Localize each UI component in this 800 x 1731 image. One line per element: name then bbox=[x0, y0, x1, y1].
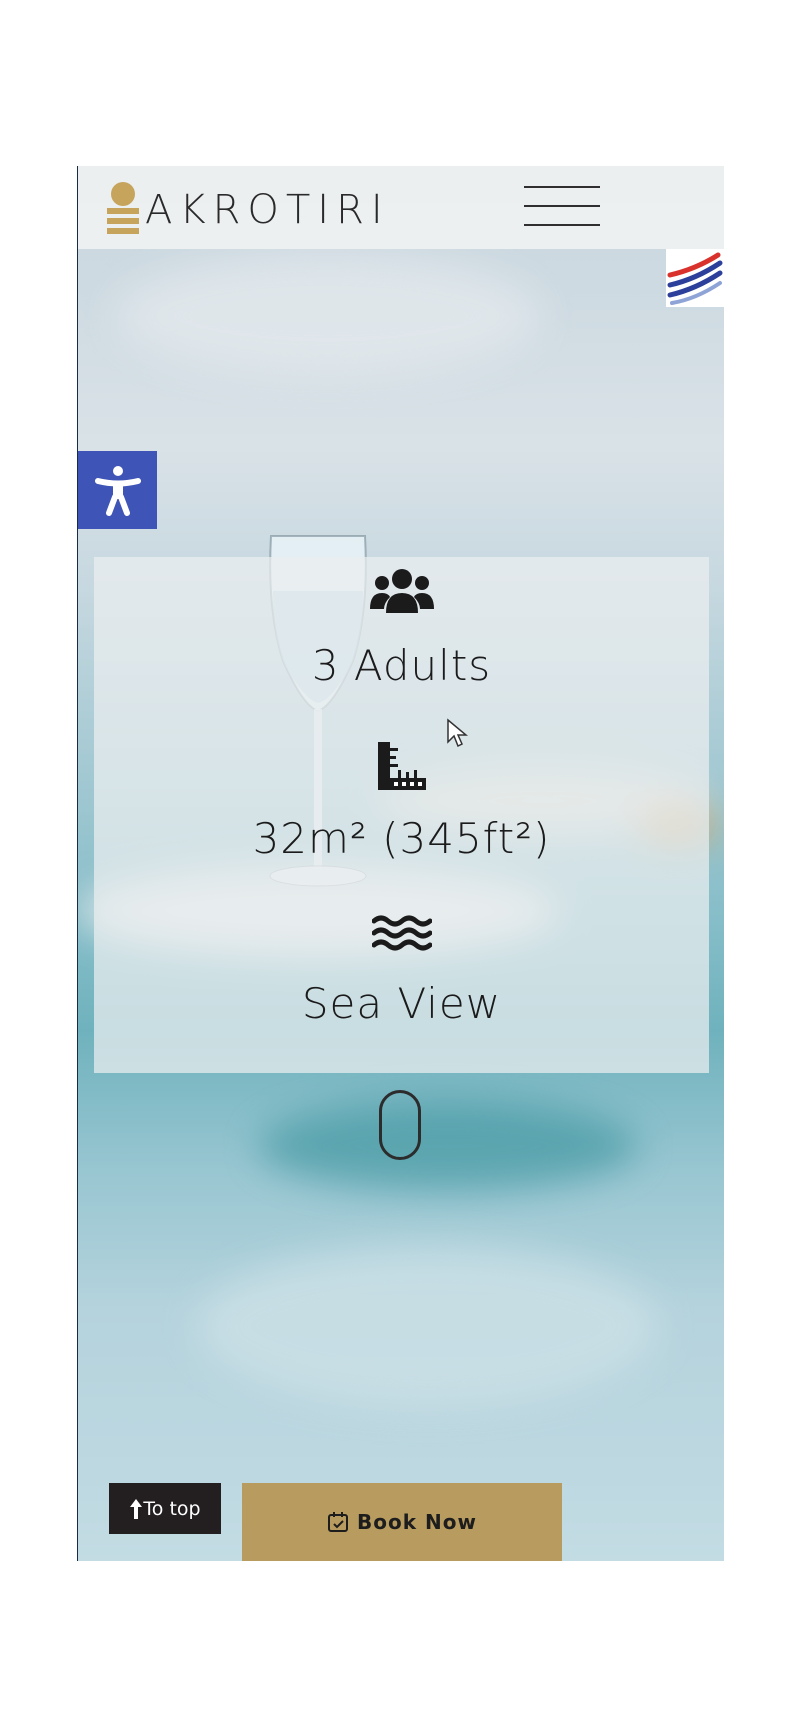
ruler-area-icon bbox=[377, 742, 426, 790]
site-header: AKROTIRI bbox=[78, 166, 724, 249]
cursor-icon bbox=[447, 718, 468, 748]
feature-label: 32m² (345ft²) bbox=[252, 814, 551, 863]
feature-view: Sea View bbox=[94, 913, 709, 1085]
accessibility-button[interactable] bbox=[78, 451, 157, 529]
book-now-button[interactable]: Book Now bbox=[242, 1483, 562, 1561]
feature-guests: 3 Adults bbox=[94, 567, 709, 739]
background-pool-dark bbox=[258, 1101, 638, 1191]
book-now-label: Book Now bbox=[357, 1510, 477, 1534]
to-top-label: To top bbox=[143, 1497, 201, 1520]
feature-label: Sea View bbox=[301, 979, 502, 1028]
page-viewport: AKROTIRI 3 Adults 32m² (345ft²) Sea View… bbox=[77, 166, 724, 1561]
room-features-panel: 3 Adults 32m² (345ft²) Sea View bbox=[94, 557, 709, 1073]
waves-icon bbox=[371, 915, 432, 951]
background-pool-light bbox=[198, 1246, 658, 1406]
feature-label: 3 Adults bbox=[311, 641, 492, 690]
brand-name: AKROTIRI bbox=[145, 187, 390, 233]
sun-logo-icon bbox=[105, 180, 141, 240]
guests-group-icon bbox=[369, 569, 434, 613]
arrow-up-icon bbox=[130, 1498, 143, 1519]
feature-size: 32m² (345ft²) bbox=[94, 740, 709, 912]
mouse-scroll-icon[interactable] bbox=[379, 1090, 421, 1160]
to-top-button[interactable]: To top bbox=[109, 1483, 221, 1534]
background-cloud bbox=[118, 256, 538, 376]
greek-flag-icon[interactable] bbox=[666, 249, 724, 307]
accessibility-person-icon bbox=[95, 466, 141, 516]
calendar-check-icon bbox=[328, 1512, 349, 1532]
brand-logo[interactable]: AKROTIRI bbox=[105, 180, 383, 240]
hamburger-menu-icon[interactable] bbox=[524, 184, 600, 228]
